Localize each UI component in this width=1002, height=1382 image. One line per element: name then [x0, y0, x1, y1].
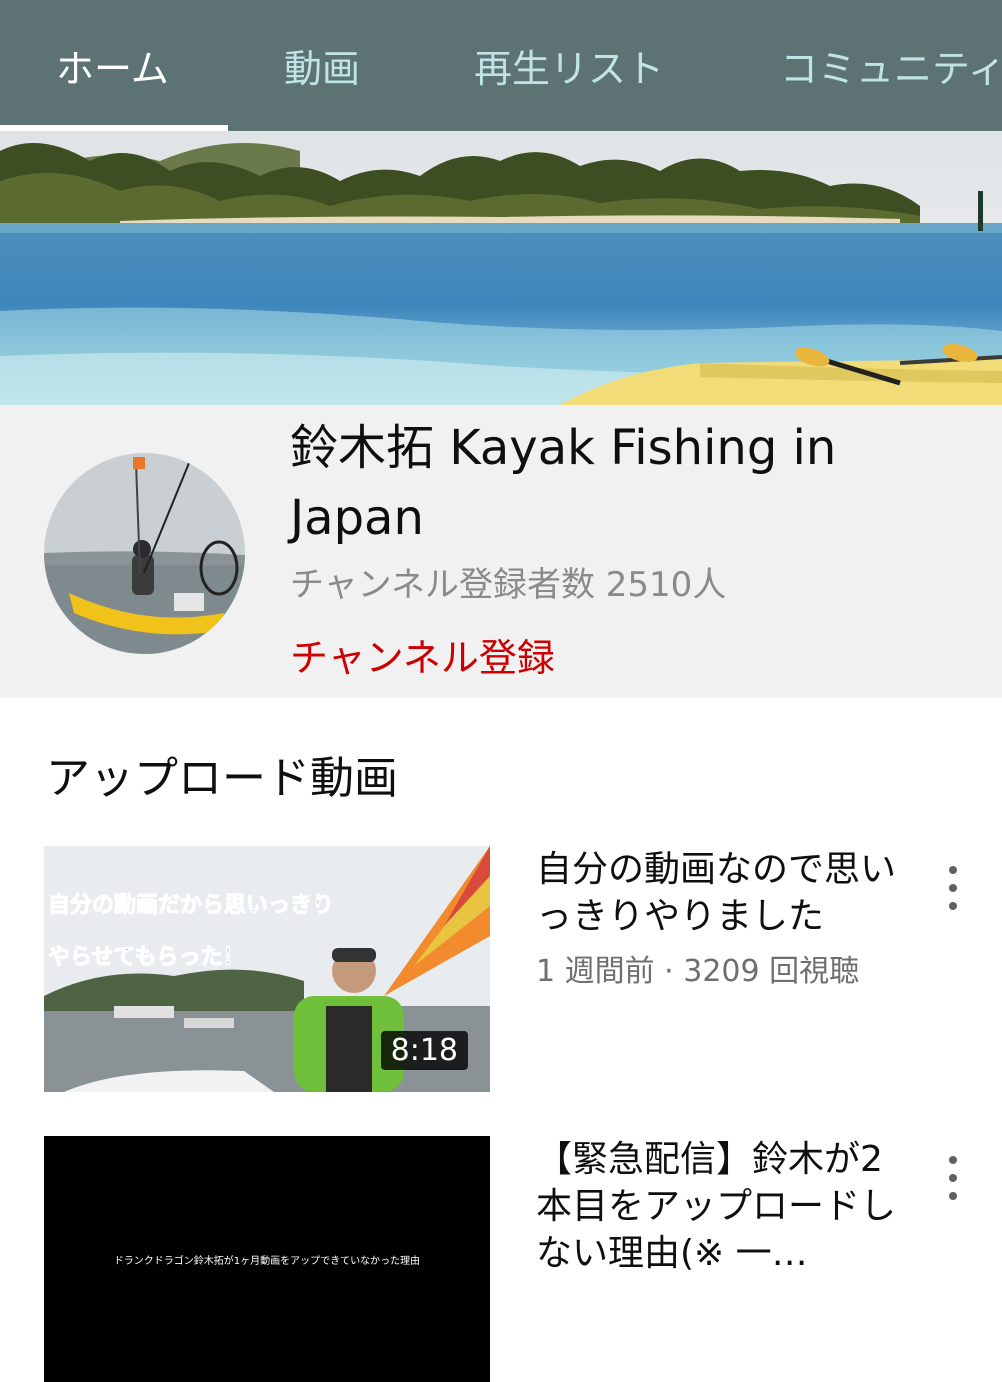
more-vert-icon[interactable]: [938, 1156, 968, 1200]
video-title[interactable]: 【緊急配信】鈴木が2本目をアップロードしない理由(※ 一…: [536, 1136, 916, 1277]
video-thumbnail[interactable]: 自分の動画だから思いっきり やらせてもらった！ 8:18: [44, 846, 490, 1092]
channel-banner: [0, 131, 1002, 405]
thumbnail-text-line2: やらせてもらった！: [48, 945, 244, 970]
channel-tab-bar: ホーム 動画 再生リスト コミュニティ: [0, 0, 1002, 131]
channel-header: 鈴木拓 Kayak Fishing in Japan チャンネル登録者数 251…: [0, 405, 1002, 698]
video-item: ドランクドラゴン鈴木拓が1ヶ月動画をアップできていなかった理由 【緊急配信】鈴木…: [0, 1136, 1002, 1382]
tab-community[interactable]: コミュニティ: [780, 0, 1002, 131]
avatar-image: [44, 453, 245, 654]
tab-home[interactable]: ホーム: [56, 0, 169, 131]
channel-name: 鈴木拓 Kayak Fishing in Japan: [290, 420, 837, 546]
uploads-section-title: アップロード動画: [46, 753, 398, 804]
video-meta: 1 週間前 · 3209 回視聴: [536, 954, 860, 989]
subscriber-count: チャンネル登録者数 2510人: [290, 565, 727, 605]
more-vert-icon[interactable]: [938, 866, 968, 910]
tab-videos[interactable]: 動画: [284, 0, 360, 131]
thumbnail-text-line1: 自分の動画だから思いっきり: [48, 892, 334, 918]
video-thumbnail[interactable]: ドランクドラゴン鈴木拓が1ヶ月動画をアップできていなかった理由: [44, 1136, 490, 1382]
channel-avatar[interactable]: [44, 453, 245, 654]
video-item: 自分の動画だから思いっきり やらせてもらった！ 8:18 自分の動画なので思いっ…: [0, 846, 1002, 1096]
video-duration: 8:18: [380, 1031, 468, 1070]
subscribe-button[interactable]: チャンネル登録: [290, 627, 555, 682]
banner-image: [0, 131, 1002, 405]
thumbnail-image: ドランクドラゴン鈴木拓が1ヶ月動画をアップできていなかった理由: [44, 1136, 490, 1280]
tab-playlists[interactable]: 再生リスト: [474, 0, 664, 131]
video-title[interactable]: 自分の動画なので思いっきりやりました: [536, 846, 916, 940]
thumbnail-caption: ドランクドラゴン鈴木拓が1ヶ月動画をアップできていなかった理由: [114, 1254, 420, 1267]
